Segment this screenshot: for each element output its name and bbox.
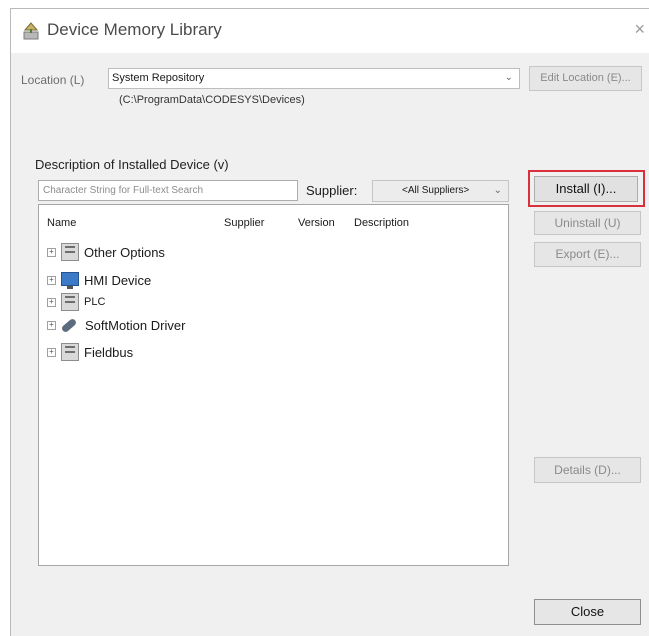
drive-icon xyxy=(60,317,78,333)
column-header-supplier[interactable]: Supplier xyxy=(224,217,264,229)
tree-item-label: SoftMotion Driver xyxy=(85,317,186,333)
tree-item-label: Fieldbus xyxy=(84,344,134,360)
tree-item-fieldbus[interactable]: + Fieldbus xyxy=(39,341,133,363)
location-path: (C:\ProgramData\CODESYS\Devices) xyxy=(119,94,305,106)
installed-device-label: Description of Installed Device (v) xyxy=(35,157,229,172)
column-header-name[interactable]: Name xyxy=(47,217,76,229)
tree-item-label: HMI Device xyxy=(84,272,152,288)
tree-item-label: Other Options xyxy=(84,244,165,260)
tree-item-label: PLC xyxy=(84,296,106,308)
monitor-icon xyxy=(61,272,79,289)
column-header-description[interactable]: Description xyxy=(354,217,409,229)
tree-item-plc[interactable]: + PLC xyxy=(39,291,105,313)
location-dropdown[interactable]: System Repository ⌄ xyxy=(108,68,520,89)
window-title: Device Memory Library xyxy=(47,20,222,39)
supplier-dropdown[interactable]: <All Suppliers> ⌄ xyxy=(372,180,509,202)
tree-item-softmotion-driver[interactable]: + SoftMotion Driver xyxy=(39,314,185,336)
expand-icon[interactable]: + xyxy=(47,347,56,357)
supplier-label: Supplier: xyxy=(306,183,358,198)
close-window-icon[interactable]: × xyxy=(634,19,645,40)
expand-icon[interactable]: + xyxy=(47,320,56,330)
expand-icon[interactable]: + xyxy=(47,275,56,285)
tree-item-hmi-device[interactable]: + HMI Device xyxy=(39,269,151,291)
expand-icon[interactable]: + xyxy=(47,247,56,257)
install-button[interactable]: Install (I)... xyxy=(534,176,638,202)
cabinet-icon xyxy=(61,293,79,311)
edit-location-button[interactable]: Edit Location (E)... xyxy=(529,66,642,91)
tree-item-other-options[interactable]: + Other Options xyxy=(39,241,165,263)
column-header-version[interactable]: Version xyxy=(298,217,335,229)
chevron-down-icon: ⌄ xyxy=(504,72,513,83)
uninstall-button[interactable]: Uninstall (U) xyxy=(534,211,641,235)
cabinet-icon xyxy=(61,343,79,361)
cabinet-icon xyxy=(61,243,79,261)
location-value: System Repository xyxy=(112,72,205,84)
location-label: Location (L) xyxy=(21,73,85,87)
supplier-value: <All Suppliers> xyxy=(402,185,470,196)
title-bar: Device Memory Library × xyxy=(11,9,649,53)
details-button[interactable]: Details (D)... xyxy=(534,457,641,483)
device-memory-library-dialog: Device Memory Library × Location (L) Sys… xyxy=(10,8,649,636)
device-tree[interactable]: Name Supplier Version Description + Othe… xyxy=(38,204,509,566)
export-button[interactable]: Export (E)... xyxy=(534,242,641,267)
device-library-icon xyxy=(23,22,39,40)
chevron-down-icon: ⌄ xyxy=(493,185,502,196)
expand-icon[interactable]: + xyxy=(47,297,56,307)
search-input[interactable]: Character String for Full-text Search xyxy=(38,180,298,201)
close-button[interactable]: Close xyxy=(534,599,641,625)
